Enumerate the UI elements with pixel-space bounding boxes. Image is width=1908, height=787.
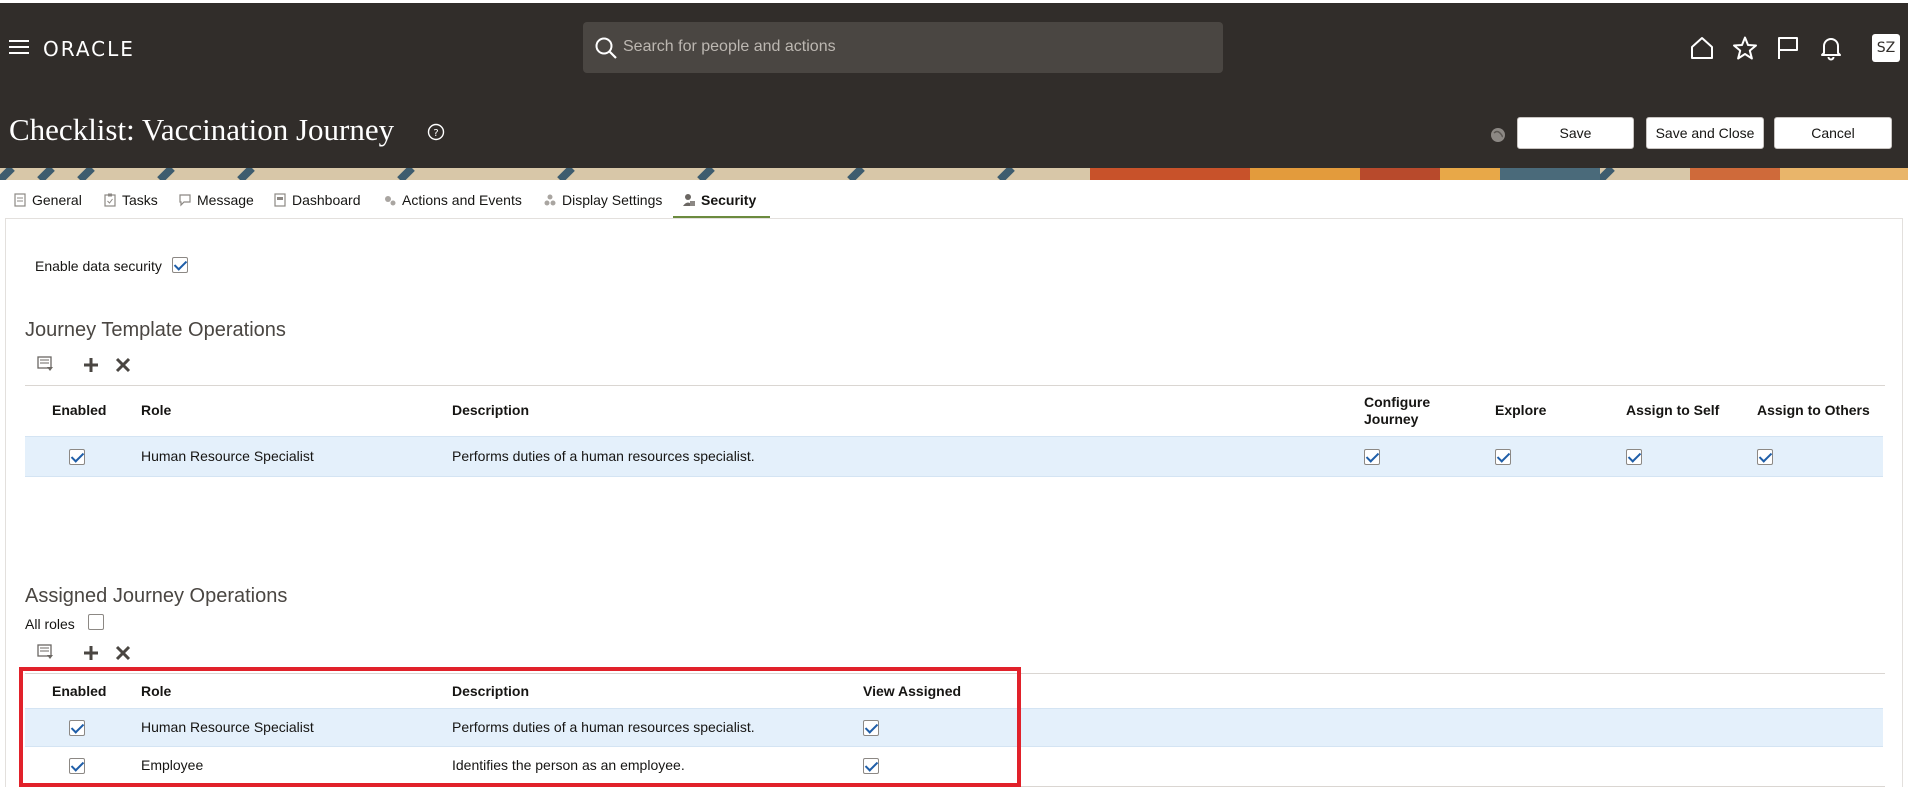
bell-icon[interactable] [1818, 35, 1844, 61]
tab-message[interactable]: Message [179, 192, 254, 218]
tab-actions-and-events[interactable]: Actions and Events [384, 192, 522, 218]
enable-data-security-label: Enable data security [35, 258, 162, 274]
view-menu-icon[interactable] [37, 355, 55, 373]
gears-icon [385, 196, 396, 206]
add-icon[interactable] [82, 644, 100, 662]
row-explore-checkbox[interactable] [1495, 449, 1511, 465]
svg-text:?: ? [433, 128, 438, 139]
security-user-icon [683, 194, 695, 206]
user-avatar[interactable]: SZ [1872, 34, 1900, 62]
row-enabled-checkbox[interactable] [69, 758, 85, 774]
row-enabled-checkbox[interactable] [69, 449, 85, 465]
col-view-assigned[interactable]: View Assigned [863, 683, 961, 700]
search-box[interactable] [583, 22, 1223, 73]
table-row[interactable]: Employee Identifies the person as an emp… [25, 748, 1883, 786]
flag-icon[interactable] [1775, 35, 1801, 61]
display-settings-icon [544, 194, 556, 206]
col-configure-line1: Configure [1364, 394, 1431, 410]
col-configure-journey[interactable]: Configure Journey [1364, 394, 1430, 428]
tab-general[interactable]: General [14, 192, 82, 218]
table-top-rule [25, 673, 1885, 674]
col-role[interactable]: Role [141, 683, 171, 700]
tab-display-settings[interactable]: Display Settings [544, 192, 662, 218]
page-title: Checklist: Vaccination Journey [9, 112, 395, 147]
template-ops-title: Journey Template Operations [25, 319, 286, 341]
decorative-banner [0, 168, 1908, 180]
col-enabled[interactable]: Enabled [52, 683, 106, 700]
table-top-rule [25, 385, 1885, 386]
col-explore[interactable]: Explore [1495, 402, 1546, 419]
col-assign-to-self[interactable]: Assign to Self [1626, 402, 1719, 419]
tab-security[interactable]: Security [683, 192, 756, 218]
row-description: Performs duties of a human resources spe… [452, 719, 755, 735]
global-header: ORACLE SZ Checklist: Vaccination Journey… [0, 0, 1908, 170]
save-button[interactable]: Save [1517, 117, 1634, 149]
col-description[interactable]: Description [452, 683, 529, 700]
table-row[interactable]: Human Resource Specialist Performs dutie… [25, 436, 1883, 477]
cancel-button[interactable]: Cancel [1774, 117, 1892, 149]
row-assign-self-checkbox[interactable] [1626, 449, 1642, 465]
clipboard-icon [104, 193, 116, 207]
assigned-ops-title: Assigned Journey Operations [25, 585, 288, 607]
search-icon [595, 37, 617, 59]
content-panel [5, 218, 1903, 787]
view-menu-icon[interactable] [37, 643, 55, 661]
all-roles-checkbox[interactable] [88, 614, 104, 630]
col-configure-line2: Journey [1364, 411, 1419, 427]
table-row[interactable]: Human Resource Specialist Performs dutie… [25, 708, 1883, 747]
document-icon [14, 193, 26, 207]
row-view-assigned-checkbox[interactable] [863, 720, 879, 736]
row-role: Human Resource Specialist [141, 719, 314, 735]
row-description: Identifies the person as an employee. [452, 757, 685, 773]
globe-icon [1491, 128, 1505, 142]
tab-tasks[interactable]: Tasks [104, 192, 158, 218]
search-input[interactable] [623, 32, 1213, 62]
save-and-close-button[interactable]: Save and Close [1646, 117, 1764, 149]
tab-bar: General Tasks Message Dashboard Actions … [0, 182, 1908, 220]
col-enabled[interactable]: Enabled [52, 402, 106, 419]
row-role: Human Resource Specialist [141, 448, 314, 464]
tab-dashboard[interactable]: Dashboard [274, 192, 361, 218]
message-icon [179, 194, 191, 207]
row-configure-checkbox[interactable] [1364, 449, 1380, 465]
col-assign-to-others[interactable]: Assign to Others [1757, 402, 1870, 419]
home-icon[interactable] [1689, 35, 1715, 61]
delete-icon[interactable] [114, 356, 132, 374]
row-role: Employee [141, 757, 204, 773]
add-icon[interactable] [82, 356, 100, 374]
navigator-menu-icon[interactable] [9, 40, 29, 55]
top-edge [0, 0, 1908, 3]
help-icon[interactable]: ? [427, 123, 445, 141]
all-roles-label: All roles [25, 616, 75, 632]
row-view-assigned-checkbox[interactable] [863, 758, 879, 774]
delete-icon[interactable] [114, 644, 132, 662]
row-assign-others-checkbox[interactable] [1757, 449, 1773, 465]
enable-data-security-checkbox[interactable] [172, 257, 188, 273]
col-description[interactable]: Description [452, 402, 529, 419]
row-enabled-checkbox[interactable] [69, 720, 85, 736]
oracle-logo[interactable]: ORACLE [43, 37, 135, 61]
dashboard-icon [274, 193, 286, 207]
star-icon[interactable] [1732, 35, 1758, 61]
row-description: Performs duties of a human resources spe… [452, 448, 755, 464]
col-role[interactable]: Role [141, 402, 171, 419]
